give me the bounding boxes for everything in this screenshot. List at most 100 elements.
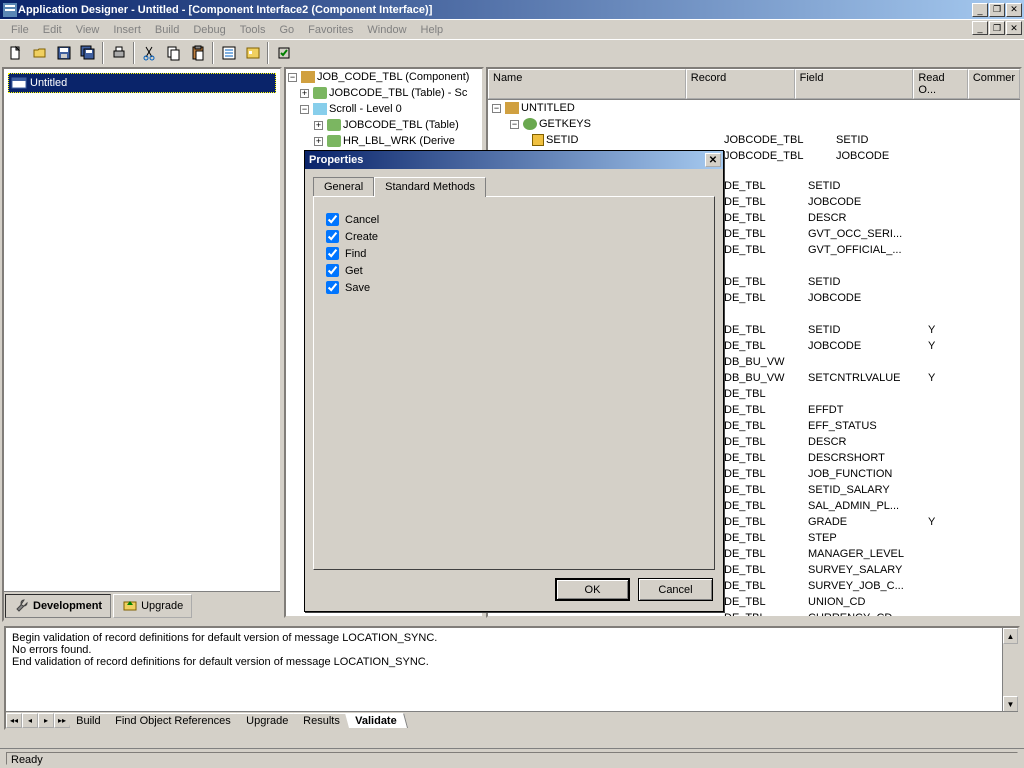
checkbox-create[interactable] xyxy=(326,230,339,243)
mdi-restore-button[interactable]: ❐ xyxy=(989,21,1005,35)
save-button[interactable] xyxy=(52,42,75,64)
grid-row[interactable]: DE_TBLSTEP xyxy=(720,532,1020,548)
checkbox-find[interactable] xyxy=(326,247,339,260)
project-button[interactable] xyxy=(241,42,264,64)
col-readonly[interactable]: Read O... xyxy=(913,69,967,99)
output-tab-validate[interactable]: Validate xyxy=(345,713,408,728)
grid-row[interactable]: DB_BU_VWSETCNTRLVALUEY xyxy=(720,372,1020,388)
output-tab-upgrade[interactable]: Upgrade xyxy=(236,713,299,728)
ok-button[interactable]: OK xyxy=(555,578,630,601)
dialog-title-bar[interactable]: Properties ✕ xyxy=(305,151,723,169)
col-comment[interactable]: Commer xyxy=(968,69,1020,99)
save-all-button[interactable] xyxy=(76,42,99,64)
tab-upgrade[interactable]: Upgrade xyxy=(113,594,192,618)
grid-row[interactable]: DB_BU_VW xyxy=(720,356,1020,372)
grid-tree-row[interactable]: SETID JOBCODE_TBL SETID xyxy=(488,132,1020,148)
menu-help[interactable]: Help xyxy=(414,22,451,38)
menu-edit[interactable]: Edit xyxy=(36,22,69,38)
tree-row[interactable]: +JOBCODE_TBL (Table) - Sc xyxy=(286,85,482,101)
minimize-button[interactable]: _ xyxy=(972,3,988,17)
menu-build[interactable]: Build xyxy=(148,22,186,38)
close-button[interactable]: ✕ xyxy=(1006,3,1022,17)
tree-row[interactable]: −JOB_CODE_TBL (Component) xyxy=(286,69,482,85)
grid-row[interactable]: DE_TBLSETID_SALARY xyxy=(720,484,1020,500)
grid-row[interactable]: DE_TBLDESCR xyxy=(720,212,1020,228)
grid-row[interactable]: DE_TBLDESCR xyxy=(720,436,1020,452)
tab-development[interactable]: Development xyxy=(5,594,111,618)
menu-insert[interactable]: Insert xyxy=(106,22,148,38)
tab-general[interactable]: General xyxy=(313,177,374,196)
collapse-icon[interactable]: − xyxy=(510,120,519,129)
menu-file[interactable]: File xyxy=(4,22,36,38)
grid-row[interactable]: DE_TBL xyxy=(720,388,1020,404)
properties-button[interactable] xyxy=(217,42,240,64)
tree-row[interactable]: +HR_LBL_WRK (Derive xyxy=(286,133,482,149)
grid-row[interactable]: DE_TBLSETID xyxy=(720,180,1020,196)
collapse-icon[interactable]: − xyxy=(300,105,309,114)
menu-window[interactable]: Window xyxy=(360,22,413,38)
tab-nav-first[interactable]: ◂◂ xyxy=(6,713,22,728)
maximize-button[interactable]: ❐ xyxy=(989,3,1005,17)
grid-tree-row[interactable]: −GETKEYS xyxy=(488,116,1020,132)
collapse-icon[interactable]: − xyxy=(492,104,501,113)
col-field[interactable]: Field xyxy=(795,69,914,99)
grid-row[interactable]: DE_TBLDESCRSHORT xyxy=(720,452,1020,468)
scroll-down-button[interactable]: ▼ xyxy=(1003,696,1018,712)
grid-row[interactable]: DE_TBLSURVEY_JOB_C... xyxy=(720,580,1020,596)
col-record[interactable]: Record xyxy=(686,69,795,99)
scroll-up-button[interactable]: ▲ xyxy=(1003,628,1018,644)
menu-go[interactable]: Go xyxy=(272,22,301,38)
tab-standard-methods[interactable]: Standard Methods xyxy=(374,177,486,197)
grid-row[interactable]: DE_TBLCURRENCY_CD xyxy=(720,612,1020,616)
tab-nav-next[interactable]: ▸ xyxy=(38,713,54,728)
menu-favorites[interactable]: Favorites xyxy=(301,22,360,38)
output-tab-results[interactable]: Results xyxy=(293,713,351,728)
dialog-close-button[interactable]: ✕ xyxy=(705,153,721,167)
grid-row[interactable]: DE_TBLMANAGER_LEVEL xyxy=(720,548,1020,564)
tree-row[interactable]: +JOBCODE_TBL (Table) xyxy=(286,117,482,133)
grid-row[interactable]: DE_TBLJOBCODEY xyxy=(720,340,1020,356)
expand-icon[interactable]: + xyxy=(300,89,309,98)
copy-button[interactable] xyxy=(162,42,185,64)
grid-row[interactable]: DE_TBLSAL_ADMIN_PL... xyxy=(720,500,1020,516)
grid-row[interactable]: DE_TBLGRADEY xyxy=(720,516,1020,532)
grid-row[interactable] xyxy=(720,260,1020,276)
grid-row[interactable]: DE_TBLJOB_FUNCTION xyxy=(720,468,1020,484)
menu-view[interactable]: View xyxy=(69,22,107,38)
project-root[interactable]: Untitled xyxy=(8,73,276,93)
grid-row[interactable]: DE_TBLJOBCODE xyxy=(720,196,1020,212)
paste-button[interactable] xyxy=(186,42,209,64)
mdi-minimize-button[interactable]: _ xyxy=(972,21,988,35)
cut-button[interactable] xyxy=(138,42,161,64)
checkbox-get[interactable] xyxy=(326,264,339,277)
print-button[interactable] xyxy=(107,42,130,64)
cancel-button[interactable]: Cancel xyxy=(638,578,713,601)
col-name[interactable]: Name xyxy=(488,69,686,99)
checkbox-cancel[interactable] xyxy=(326,213,339,226)
tree-row[interactable]: −Scroll - Level 0 xyxy=(286,101,482,117)
collapse-icon[interactable]: − xyxy=(288,73,297,82)
menu-debug[interactable]: Debug xyxy=(186,22,232,38)
grid-row[interactable]: DE_TBLUNION_CD xyxy=(720,596,1020,612)
grid-row[interactable]: DE_TBLEFF_STATUS xyxy=(720,420,1020,436)
new-button[interactable] xyxy=(4,42,27,64)
grid-row[interactable]: DE_TBLSETIDY xyxy=(720,324,1020,340)
output-tab-find[interactable]: Find Object References xyxy=(105,713,242,728)
output-scrollbar[interactable]: ▲ ▼ xyxy=(1002,628,1018,712)
mdi-close-button[interactable]: ✕ xyxy=(1006,21,1022,35)
grid-row[interactable]: DE_TBLGVT_OFFICIAL_... xyxy=(720,244,1020,260)
checkbox-save[interactable] xyxy=(326,281,339,294)
grid-row[interactable]: DE_TBLJOBCODE xyxy=(720,292,1020,308)
open-button[interactable] xyxy=(28,42,51,64)
grid-row[interactable]: DE_TBLEFFDT xyxy=(720,404,1020,420)
menu-tools[interactable]: Tools xyxy=(233,22,273,38)
grid-row[interactable]: DE_TBLGVT_OCC_SERI... xyxy=(720,228,1020,244)
grid-row[interactable]: DE_TBLSURVEY_SALARY xyxy=(720,564,1020,580)
expand-icon[interactable]: + xyxy=(314,121,323,130)
validate-button[interactable] xyxy=(272,42,295,64)
grid-tree-row[interactable]: −UNTITLED xyxy=(488,100,1020,116)
grid-row[interactable]: DE_TBLSETID xyxy=(720,276,1020,292)
tab-nav-prev[interactable]: ◂ xyxy=(22,713,38,728)
expand-icon[interactable]: + xyxy=(314,137,323,146)
grid-row[interactable] xyxy=(720,308,1020,324)
